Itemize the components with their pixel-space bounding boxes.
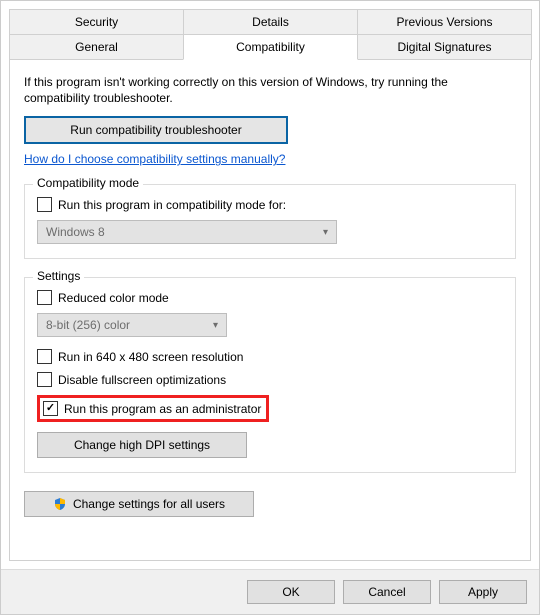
shield-icon [53, 497, 67, 511]
tab-digital-signatures[interactable]: Digital Signatures [357, 34, 532, 60]
change-dpi-button[interactable]: Change high DPI settings [37, 432, 247, 458]
dialog-footer: OK Cancel Apply [1, 569, 539, 614]
apply-button[interactable]: Apply [439, 580, 527, 604]
settings-group: Settings Reduced color mode 8-bit (256) … [24, 277, 516, 473]
settings-legend: Settings [33, 269, 84, 283]
tab-row-1: Security Details Previous Versions [9, 9, 531, 34]
tab-security[interactable]: Security [9, 9, 184, 34]
tab-row-2: General Compatibility Digital Signatures [9, 34, 531, 60]
tab-previous-versions[interactable]: Previous Versions [357, 9, 532, 34]
compatibility-mode-group: Compatibility mode Run this program in c… [24, 184, 516, 259]
reduced-color-label: Reduced color mode [58, 291, 169, 305]
compat-mode-checkbox-label: Run this program in compatibility mode f… [58, 198, 286, 212]
cancel-button[interactable]: Cancel [343, 580, 431, 604]
reduced-color-checkbox[interactable] [37, 290, 52, 305]
compat-mode-checkbox[interactable] [37, 197, 52, 212]
run-troubleshooter-button[interactable]: Run compatibility troubleshooter [24, 116, 288, 144]
change-all-users-label: Change settings for all users [73, 497, 225, 511]
intro-text: If this program isn't working correctly … [24, 74, 516, 106]
run-640-checkbox[interactable] [37, 349, 52, 364]
ok-button[interactable]: OK [247, 580, 335, 604]
disable-fullscreen-label: Disable fullscreen optimizations [58, 373, 226, 387]
properties-dialog: Security Details Previous Versions Gener… [0, 0, 540, 615]
tab-details[interactable]: Details [183, 9, 358, 34]
chevron-down-icon: ▾ [213, 320, 218, 331]
run-640-label: Run in 640 x 480 screen resolution [58, 350, 243, 364]
chevron-down-icon: ▾ [323, 227, 328, 238]
compat-mode-select-value: Windows 8 [46, 225, 105, 239]
run-as-admin-checkbox[interactable] [43, 401, 58, 416]
tab-content: If this program isn't working correctly … [9, 59, 531, 561]
reduced-color-row: Reduced color mode [37, 290, 503, 305]
tabs-container: Security Details Previous Versions Gener… [1, 1, 539, 60]
run-as-admin-highlight: Run this program as an administrator [37, 395, 269, 422]
color-mode-select-value: 8-bit (256) color [46, 318, 130, 332]
compat-mode-checkbox-row: Run this program in compatibility mode f… [37, 197, 503, 212]
compat-mode-select: Windows 8 ▾ [37, 220, 337, 244]
help-link[interactable]: How do I choose compatibility settings m… [24, 152, 516, 166]
run-640-row: Run in 640 x 480 screen resolution [37, 349, 503, 364]
color-mode-select: 8-bit (256) color ▾ [37, 313, 227, 337]
run-as-admin-label: Run this program as an administrator [64, 402, 261, 416]
disable-fullscreen-checkbox[interactable] [37, 372, 52, 387]
tab-general[interactable]: General [9, 34, 184, 60]
change-all-users-button[interactable]: Change settings for all users [24, 491, 254, 517]
disable-fullscreen-row: Disable fullscreen optimizations [37, 372, 503, 387]
tab-compatibility[interactable]: Compatibility [183, 34, 358, 60]
compat-mode-legend: Compatibility mode [33, 176, 143, 190]
